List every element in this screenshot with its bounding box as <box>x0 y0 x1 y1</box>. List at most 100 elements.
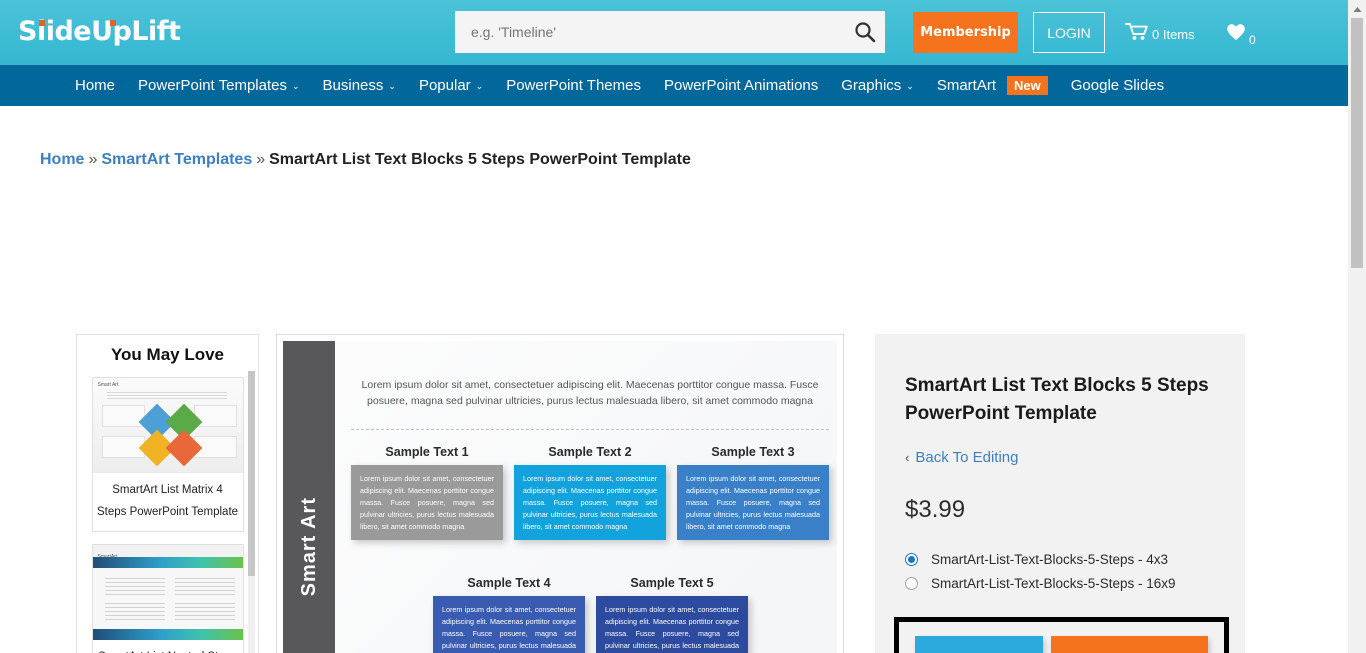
cart-count-label: 0 Items <box>1152 26 1195 42</box>
favorites-count: 0 <box>1249 33 1256 47</box>
scrollbar-thumb[interactable] <box>1351 18 1363 268</box>
gradient-band-bottom <box>92 628 243 640</box>
cart-link[interactable]: 0 Items <box>1125 22 1195 46</box>
nav-item-label: Google Slides <box>1070 77 1165 94</box>
nav-item-powerpoint-animations[interactable]: PowerPoint Animations <box>664 77 818 94</box>
page-content: Home» SmartArt Templates» SmartArt List Te… <box>0 106 1348 653</box>
list-item-caption: SmartArt List Nested Steps 2 Steps <box>93 640 243 653</box>
nav-item-label: PowerPoint Themes <box>506 77 641 94</box>
format-option-4x3[interactable]: SmartArt-List-Text-Blocks-5-Steps - 4x3 <box>905 552 1215 567</box>
nav-item-label: Graphics <box>841 77 902 94</box>
slide-side-label: Smart Art <box>283 341 335 653</box>
format-options: SmartArt-List-Text-Blocks-5-Steps - 4x3 … <box>905 552 1215 591</box>
radio-button-16x9[interactable] <box>905 577 918 591</box>
block-title: Sample Text 4 <box>467 576 551 590</box>
divider <box>351 429 829 430</box>
template-preview[interactable]: Smart Art Lorem ipsum dolor sit amet, co… <box>276 334 844 653</box>
thumbnail-box <box>101 405 145 427</box>
list-item[interactable]: Smart Art SmartArt List Matrix 4 Steps P… <box>91 377 244 532</box>
search-bar[interactable] <box>455 11 885 53</box>
browser-scrollbar[interactable] <box>1348 0 1366 653</box>
chevron-left-icon: ‹ <box>905 450 910 466</box>
product-price: $3.99 <box>905 496 966 524</box>
heart-icon <box>1225 22 1247 47</box>
breadcrumb-separator: » <box>88 151 98 168</box>
sidebar-scrollbar-thumb[interactable] <box>248 371 255 576</box>
product-panel: SmartArt List Text Blocks 5 Steps PowerP… <box>875 334 1245 653</box>
cta-highlight-frame: ADD TO CART BUY MEMBERSHIP <box>894 617 1229 653</box>
nav-item-powerpoint-themes[interactable]: PowerPoint Themes <box>506 77 641 94</box>
cta-button-group: ADD TO CART BUY MEMBERSHIP <box>899 622 1224 653</box>
thumbnail-header: SmartArt <box>92 544 243 560</box>
site-logo[interactable]: SlideUpLift <box>18 16 181 47</box>
thumbnail-matrix-4-steps: Smart Art <box>92 378 243 473</box>
slide-side-label-text: Smart Art <box>297 496 320 597</box>
nav-item-google-slides[interactable]: Google Slides <box>1071 77 1164 94</box>
slide-block-4: Sample Text 4 Lorem ipsum dolor sit amet… <box>433 576 585 653</box>
new-badge: New <box>1007 76 1048 95</box>
breadcrumb-home[interactable]: Home <box>40 151 84 168</box>
you-may-love-sidebar: You May Love Smart Art SmartArt List Mat… <box>76 334 259 653</box>
breadcrumb-category[interactable]: SmartArt Templates <box>101 151 252 168</box>
nav-item-label: Business <box>322 77 384 94</box>
block-body: Lorem ipsum dolor sit amet, consectetuer… <box>514 465 666 541</box>
back-to-editing-link[interactable]: ‹ Back To Editing <box>905 449 1215 466</box>
thumbnail-cell <box>104 602 165 623</box>
chevron-down-icon: ⌄ <box>906 81 914 91</box>
favorites-link[interactable]: 0 <box>1225 22 1256 47</box>
breadcrumb: Home» SmartArt Templates» SmartArt List Te… <box>40 151 691 169</box>
list-item[interactable]: SmartArt SmartArt List Nested Steps 2 St… <box>91 543 244 653</box>
top-bar: SlideUpLift Membership LOGIN 0 Items <box>0 0 1366 65</box>
slide-block-1: Sample Text 1 Lorem ipsum dolor sit amet… <box>351 445 503 541</box>
scroll-up-arrow-icon[interactable] <box>1348 0 1366 18</box>
page-title: SmartArt List Text Blocks 5 Steps PowerP… <box>905 375 1209 424</box>
shopping-cart-icon <box>1125 22 1149 46</box>
membership-button[interactable]: Membership <box>913 12 1018 53</box>
format-option-16x9[interactable]: SmartArt-List-Text-Blocks-5-Steps - 16x9 <box>905 576 1215 591</box>
back-to-editing-label: Back To Editing <box>915 449 1019 467</box>
gradient-band-top <box>92 556 243 568</box>
block-title: Sample Text 1 <box>385 445 469 459</box>
chevron-down-icon: ⌄ <box>475 81 484 91</box>
nav-item-popular[interactable]: Popular ⌄ <box>419 77 483 94</box>
thumbnail-nested-steps: SmartArt <box>92 544 243 640</box>
radio-button-4x3[interactable] <box>905 553 918 567</box>
login-button[interactable]: LOGIN <box>1033 12 1105 53</box>
chevron-down-icon: ⌄ <box>291 81 300 91</box>
nav-item-label: Home <box>75 77 116 94</box>
format-option-label: SmartArt-List-Text-Blocks-5-Steps - 4x3 <box>931 552 1169 568</box>
nav-item-powerpoint-templates[interactable]: PowerPoint Templates ⌄ <box>138 77 300 94</box>
nav-item-label: Popular <box>418 77 471 94</box>
nav-item-label: PowerPoint Templates <box>138 77 287 94</box>
list-item-caption: SmartArt List Matrix 4 Steps PowerPoint … <box>96 484 239 518</box>
search-input[interactable] <box>455 24 845 40</box>
nav-item-graphics[interactable]: Graphics ⌄ <box>841 77 914 94</box>
add-to-cart-button[interactable]: ADD TO CART <box>915 636 1043 653</box>
thumbnail-label: Smart Art <box>97 382 119 388</box>
block-body: Lorem ipsum dolor sit amet, consectetuer… <box>351 465 503 541</box>
breadcrumb-current: SmartArt List Text Blocks 5 Steps PowerP… <box>269 151 691 168</box>
breadcrumb-separator: » <box>256 151 266 168</box>
slide-intro-text: Lorem ipsum dolor sit amet, consectetuer… <box>361 379 819 408</box>
format-option-label: SmartArt-List-Text-Blocks-5-Steps - 16x9 <box>931 576 1176 592</box>
slide-block-2: Sample Text 2 Lorem ipsum dolor sit amet… <box>514 445 666 541</box>
nav-item-home[interactable]: Home <box>75 77 115 94</box>
block-title: Sample Text 2 <box>548 445 632 459</box>
thumbnail-cell <box>174 577 235 598</box>
block-body: Lorem ipsum dolor sit amet, consectetuer… <box>677 465 829 541</box>
slide-canvas: Smart Art Lorem ipsum dolor sit amet, co… <box>283 341 837 653</box>
buy-membership-button[interactable]: BUY MEMBERSHIP <box>1050 636 1208 653</box>
main-navigation: Home PowerPoint Templates ⌄ Business ⌄ Popula… <box>0 65 1366 106</box>
nav-item-label: SmartArt <box>936 77 997 94</box>
chevron-down-icon: ⌄ <box>388 81 396 91</box>
slide-block-3: Sample Text 3 Lorem ipsum dolor sit amet… <box>677 445 829 541</box>
nav-item-business[interactable]: Business ⌄ <box>323 77 396 94</box>
logo-dot-icon <box>39 20 45 26</box>
sidebar-title: You May Love <box>110 345 225 364</box>
thumbnail-cell <box>174 602 235 623</box>
block-title: Sample Text 5 <box>630 576 714 590</box>
search-icon[interactable] <box>845 21 885 43</box>
nav-item-smartart[interactable]: SmartArt New <box>937 76 1048 95</box>
block-body: Lorem ipsum dolor sit amet, consectetuer… <box>596 596 748 653</box>
thumbnail-text-lines <box>106 392 227 399</box>
